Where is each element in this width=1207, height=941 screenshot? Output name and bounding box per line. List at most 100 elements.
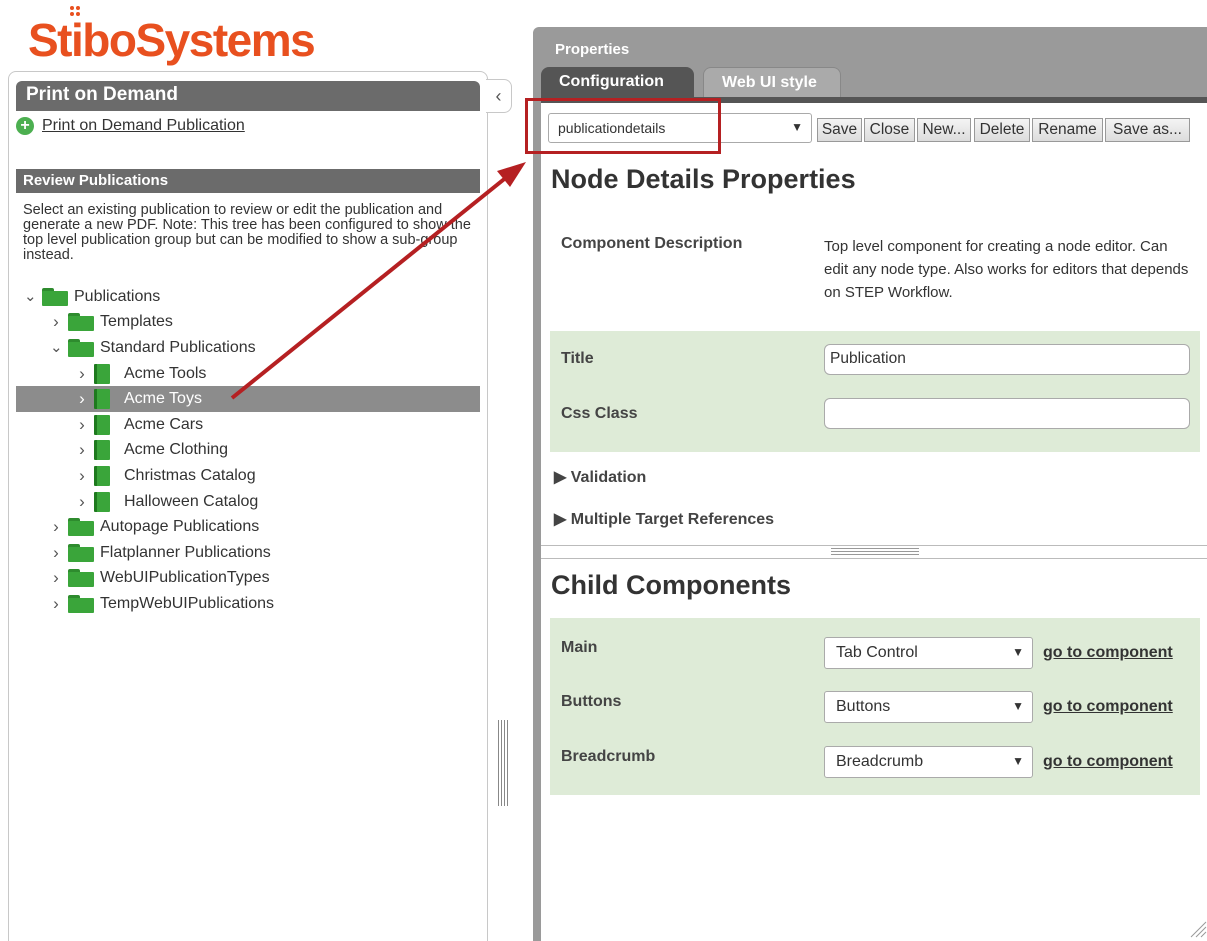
resize-corner-icon[interactable]	[1187, 918, 1207, 938]
tree-item-label: Christmas Catalog	[124, 466, 256, 484]
chevron-right-icon[interactable]: ›	[50, 569, 62, 586]
chevron-down-icon[interactable]: ⌄	[50, 340, 63, 355]
publication-icon	[94, 440, 110, 461]
chevron-right-icon[interactable]: ›	[76, 441, 88, 458]
component-description-text: Top level component for creating a node …	[824, 238, 1189, 301]
dropdown-arrow-icon: ▼	[1012, 754, 1024, 768]
tree-item[interactable]: › Halloween Catalog	[16, 489, 480, 515]
tree-item-label: Acme Tools	[124, 364, 207, 382]
breadcrumb-component-value: Breadcrumb	[836, 753, 924, 770]
rename-button[interactable]: Rename	[1032, 118, 1103, 142]
review-publications-header: Review Publications	[16, 169, 480, 193]
tree-item-label: Acme Clothing	[124, 441, 229, 459]
section-divider	[541, 558, 1207, 559]
section-divider	[541, 545, 1207, 546]
add-icon[interactable]: +	[16, 117, 34, 135]
chevron-right-icon[interactable]: ›	[76, 467, 88, 484]
tree-item[interactable]: › Flatplanner Publications	[16, 540, 480, 566]
expand-triangle-icon: ▶	[554, 469, 571, 486]
delete-button[interactable]: Delete	[974, 118, 1030, 142]
expand-triangle-icon: ▶	[554, 511, 571, 528]
folder-icon	[68, 594, 94, 613]
resize-grip-handle[interactable]	[831, 547, 919, 557]
tree-item-label: Autopage Publications	[100, 518, 260, 536]
close-button[interactable]: Close	[864, 118, 915, 142]
publication-icon	[94, 491, 110, 512]
chevron-right-icon[interactable]: ›	[76, 416, 88, 433]
breadcrumb-go-to-component-link[interactable]: go to component	[1043, 753, 1173, 771]
breadcrumb-component-select[interactable]: Breadcrumb ▼	[824, 746, 1033, 778]
folder-icon	[68, 313, 94, 332]
publication-icon	[94, 414, 110, 435]
publication-icon	[94, 465, 110, 486]
stibo-systems-logo: StiboSystems	[28, 12, 316, 68]
buttons-go-to-component-link[interactable]: go to component	[1043, 698, 1173, 716]
title-input[interactable]: Publication	[824, 344, 1190, 375]
chevron-right-icon[interactable]: ›	[50, 518, 62, 535]
tree-item[interactable]: › TempWebUIPublications	[16, 591, 480, 617]
tree-item-label: Acme Toys	[124, 390, 202, 408]
buttons-component-value: Buttons	[836, 698, 891, 715]
tree-item-label: TempWebUIPublications	[100, 594, 275, 612]
save-button[interactable]: Save	[817, 118, 862, 142]
panel-splitter-handle[interactable]	[498, 720, 510, 806]
tree-item-label: Acme Cars	[124, 415, 204, 433]
tree-item-label: Standard Publications	[100, 338, 256, 356]
folder-icon	[42, 287, 68, 306]
tree-item[interactable]: › Acme Toys	[16, 386, 480, 412]
main-component-select[interactable]: Tab Control ▼	[824, 637, 1033, 669]
callout-highlight-box	[525, 98, 721, 154]
folder-icon	[68, 338, 94, 357]
review-publications-description: Select an existing publication to review…	[23, 202, 471, 263]
tree-item[interactable]: › WebUIPublicationTypes	[16, 566, 480, 592]
main-go-to-component-link[interactable]: go to component	[1043, 644, 1173, 662]
validation-label: Validation	[570, 469, 647, 486]
chevron-right-icon[interactable]: ›	[50, 544, 62, 561]
main-label: Main	[561, 639, 598, 656]
tree-item[interactable]: ⌄ Publications	[16, 284, 480, 310]
tab-configuration[interactable]: Configuration	[541, 67, 694, 97]
chevron-down-icon[interactable]: ⌄	[24, 289, 37, 304]
create-publication-link-row[interactable]: + Print on Demand Publication	[16, 117, 245, 135]
tree-item[interactable]: › Templates	[16, 310, 480, 336]
tree-item[interactable]: › Acme Cars	[16, 412, 480, 438]
publication-tree: ⌄ Publications › Templates ⌄ Standard Publica…	[16, 284, 480, 617]
breadcrumb-label: Breadcrumb	[561, 748, 656, 765]
css-class-input[interactable]	[824, 398, 1190, 429]
chevron-right-icon[interactable]: ›	[50, 313, 62, 330]
tree-item[interactable]: › Acme Tools	[16, 361, 480, 387]
validation-toggle[interactable]: ▶ Validation	[554, 467, 646, 487]
logo-text: StiboSystems	[28, 14, 316, 66]
tree-item[interactable]: ⌄ Standard Publications	[16, 335, 480, 361]
tree-item-label: Flatplanner Publications	[100, 543, 271, 561]
chevron-right-icon[interactable]: ›	[76, 493, 88, 510]
css-class-label: Css Class	[561, 405, 638, 422]
properties-title: Properties	[555, 41, 630, 58]
print-on-demand-header: Print on Demand	[16, 81, 480, 111]
tree-item-label: Halloween Catalog	[124, 492, 259, 510]
publication-icon	[94, 363, 110, 384]
title-label: Title	[561, 350, 594, 367]
main-component-value: Tab Control	[836, 644, 918, 661]
folder-icon	[68, 543, 94, 562]
chevron-right-icon[interactable]: ›	[50, 595, 62, 612]
chevron-right-icon[interactable]: ›	[76, 365, 88, 382]
node-details-title: Node Details Properties	[551, 164, 856, 194]
tree-item-label: WebUIPublicationTypes	[100, 569, 270, 587]
multiple-target-references-toggle[interactable]: ▶ Multiple Target References	[554, 509, 774, 529]
chevron-left-icon: ‹	[495, 85, 502, 106]
collapse-panel-button[interactable]: ‹	[486, 79, 512, 113]
chevron-right-icon[interactable]: ›	[76, 390, 88, 407]
tab-web-ui-style[interactable]: Web UI style	[703, 67, 841, 97]
folder-icon	[68, 569, 94, 588]
save-as-button[interactable]: Save as...	[1105, 118, 1190, 142]
new-button[interactable]: New...	[917, 118, 971, 142]
child-components-title: Child Components	[551, 570, 791, 600]
tree-item[interactable]: › Autopage Publications	[16, 514, 480, 540]
buttons-component-select[interactable]: Buttons ▼	[824, 691, 1033, 723]
component-description-label: Component Description	[561, 235, 743, 252]
tree-item[interactable]: › Acme Clothing	[16, 438, 480, 464]
create-publication-link[interactable]: Print on Demand Publication	[42, 117, 245, 135]
multiple-target-references-label: Multiple Target References	[570, 511, 775, 528]
tree-item[interactable]: › Christmas Catalog	[16, 463, 480, 489]
